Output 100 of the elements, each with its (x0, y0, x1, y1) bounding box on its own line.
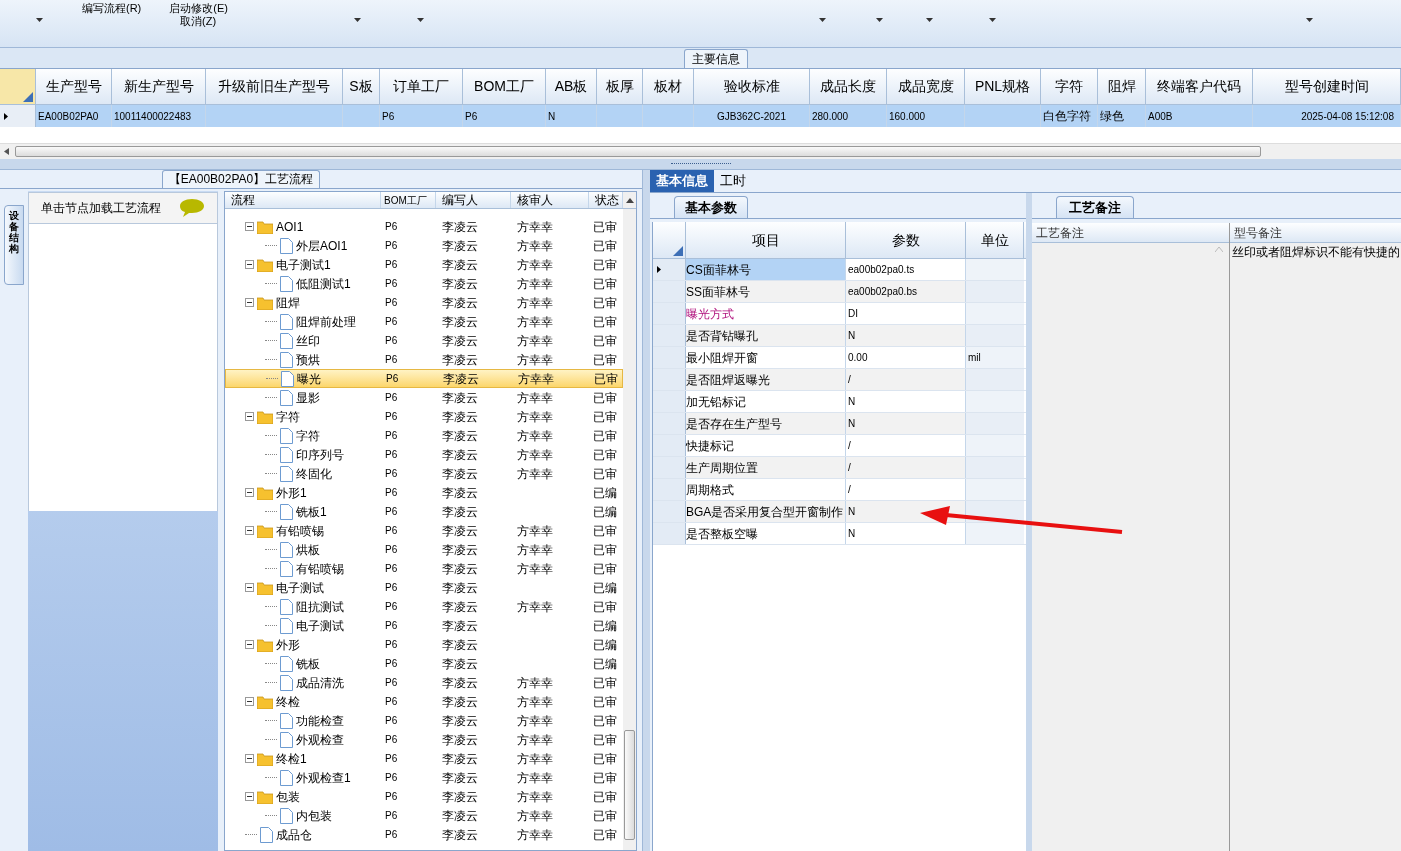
param-row[interactable]: 周期格式 / (653, 479, 1026, 501)
tree-row[interactable]: 功能检查 P6 李凌云 方幸幸 已审 (225, 711, 623, 730)
column-header[interactable]: BOM工厂 (463, 69, 546, 104)
scroll-up-icon[interactable] (625, 197, 634, 203)
param-value[interactable]: N (848, 394, 856, 409)
panel-tab[interactable]: 基本参数 (674, 196, 748, 218)
scrollbar-thumb[interactable] (624, 730, 635, 840)
dropdown-caret-icon[interactable] (1306, 18, 1313, 22)
tree-row[interactable]: 字符 P6 李凌云 方幸幸 已审 (225, 426, 623, 445)
param-row[interactable]: 是否整板空曝 N (653, 523, 1026, 545)
param-row[interactable]: 是否背钻曝孔 N (653, 325, 1026, 347)
dropdown-caret-icon[interactable] (36, 18, 43, 22)
column-header[interactable]: S板 (343, 69, 380, 104)
column-header[interactable]: 生产型号 (36, 69, 112, 104)
tree-row[interactable]: 丝印 P6 李凌云 方幸幸 已审 (225, 331, 623, 350)
tree-row[interactable]: 外形 P6 李凌云 已编 (225, 635, 623, 654)
collapse-icon[interactable] (245, 298, 254, 307)
tree-row[interactable]: 内包装 P6 李凌云 方幸幸 已审 (225, 806, 623, 825)
tree-row[interactable]: 有铅喷锡 P6 李凌云 方幸幸 已审 (225, 521, 623, 540)
column-header[interactable]: 单位 (966, 222, 1024, 258)
splitter-grip[interactable] (670, 162, 731, 166)
column-header[interactable]: 板材 (643, 69, 694, 104)
column-header[interactable]: 新生产型号 (112, 69, 206, 104)
tree-row[interactable]: 终检 P6 李凌云 方幸幸 已审 (225, 692, 623, 711)
dropdown-caret-icon[interactable] (926, 18, 933, 22)
column-header[interactable]: 核审人 (511, 192, 589, 208)
tree-row[interactable]: 阻焊前处理 P6 李凌云 方幸幸 已审 (225, 312, 623, 331)
tree-row[interactable]: 包装 P6 李凌云 方幸幸 已审 (225, 787, 623, 806)
param-value[interactable]: / (848, 460, 851, 475)
tree-row[interactable]: 电子测试 P6 李凌云 已编 (225, 616, 623, 635)
param-row[interactable]: 快捷标记 / (653, 435, 1026, 457)
tree-row[interactable]: 显影 P6 李凌云 方幸幸 已审 (225, 388, 623, 407)
tree-row[interactable]: 阻焊 P6 李凌云 方幸幸 已审 (225, 293, 623, 312)
param-value[interactable]: 0.00 (848, 350, 868, 365)
param-row[interactable]: 曝光方式 DI (653, 303, 1026, 325)
param-row[interactable]: CS面菲林号 ea00b02pa0.ts (653, 259, 1026, 281)
param-row[interactable]: BGA是否采用复合型开窗制作 N (653, 501, 1026, 523)
tree-row[interactable]: 外观检查 P6 李凌云 方幸幸 已审 (225, 730, 623, 749)
tree-row[interactable]: 低阻测试1 P6 李凌云 方幸幸 已审 (225, 274, 623, 293)
tab[interactable]: 工时 (714, 170, 752, 192)
side-tab[interactable]: 设备结构 (4, 205, 24, 285)
tree-row[interactable]: 铣板 P6 李凌云 已编 (225, 654, 623, 673)
tree-row[interactable]: 外观检查1 P6 李凌云 方幸幸 已审 (225, 768, 623, 787)
tab[interactable]: 基本信息 (650, 170, 714, 192)
tree-row[interactable]: 终固化 P6 李凌云 方幸幸 已审 (225, 464, 623, 483)
column-header[interactable]: 验收标准 (694, 69, 810, 104)
tree-row[interactable]: 有铅喷锡 P6 李凌云 方幸幸 已审 (225, 559, 623, 578)
collapse-icon[interactable] (245, 583, 254, 592)
param-row[interactable]: 是否存在生产型号 N (653, 413, 1026, 435)
collapse-icon[interactable] (245, 222, 254, 231)
dropdown-caret-icon[interactable] (989, 18, 996, 22)
tree-row[interactable]: 电子测试1 P6 李凌云 方幸幸 已审 (225, 255, 623, 274)
tree-row[interactable]: 印序列号 P6 李凌云 方幸幸 已审 (225, 445, 623, 464)
column-header[interactable]: 升级前旧生产型号 (206, 69, 343, 104)
collapse-icon[interactable] (245, 412, 254, 421)
column-header[interactable]: PNL规格 (965, 69, 1041, 104)
param-value[interactable]: / (848, 438, 851, 453)
tree-row[interactable]: 阻抗测试 P6 李凌云 方幸幸 已审 (225, 597, 623, 616)
dropdown-caret-icon[interactable] (819, 18, 826, 22)
column-header[interactable]: 阻焊 (1098, 69, 1146, 104)
dropdown-caret-icon[interactable] (417, 18, 424, 22)
collapse-icon[interactable] (245, 697, 254, 706)
param-value[interactable]: / (848, 482, 851, 497)
tree-row[interactable]: 终检1 P6 李凌云 方幸幸 已审 (225, 749, 623, 768)
scroll-left-icon[interactable] (4, 148, 9, 155)
param-row[interactable]: 加无铅标记 N (653, 391, 1026, 413)
column-header[interactable]: 项目 (686, 222, 846, 258)
panel-tab[interactable]: 工艺备注 (1056, 196, 1134, 218)
column-header[interactable]: AB板 (546, 69, 597, 104)
tree-row[interactable]: 成品清洗 P6 李凌云 方幸幸 已审 (225, 673, 623, 692)
column-header[interactable]: 型号创建时间 (1253, 69, 1401, 104)
collapse-icon[interactable] (245, 488, 254, 497)
horizontal-scrollbar[interactable] (0, 143, 1401, 159)
param-value[interactable]: / (848, 372, 851, 387)
column-header[interactable]: BOM工厂 (381, 192, 436, 208)
tree-row[interactable]: 字符 P6 李凌云 方幸幸 已审 (225, 407, 623, 426)
param-value[interactable]: N (848, 416, 856, 431)
column-header[interactable]: 终端客户代码 (1146, 69, 1253, 104)
toolbar-item[interactable]: 编写流程(R) (82, 0, 142, 17)
param-value[interactable]: ea00b02pa0.ts (848, 262, 915, 277)
column-header[interactable]: 成品宽度 (887, 69, 965, 104)
column-header[interactable]: 成品长度 (810, 69, 887, 104)
tree-row[interactable]: 曝光 P6 李凌云 方幸幸 已审 (225, 369, 623, 388)
column-header[interactable]: 订单工厂 (380, 69, 463, 104)
column-header[interactable]: 参数 (846, 222, 966, 258)
table-row[interactable]: EA00B02PA0 10011400022483 P6 P6 N GJB362C-2021 280.000 160.000 白色字符 绿色 A00B 2025-04-08 15:12:08 (0, 105, 1401, 127)
column-header[interactable]: 字符 (1041, 69, 1098, 104)
param-value[interactable]: N (848, 328, 856, 343)
column-header[interactable]: 板厚 (597, 69, 643, 104)
tree-row[interactable]: 预烘 P6 李凌云 方幸幸 已审 (225, 350, 623, 369)
param-row[interactable]: SS面菲林号 ea00b02pa0.bs (653, 281, 1026, 303)
column-header[interactable]: 流程 (225, 192, 381, 208)
collapse-icon[interactable] (245, 260, 254, 269)
param-value[interactable]: N (848, 504, 856, 519)
tree-row[interactable]: 铣板1 P6 李凌云 已编 (225, 502, 623, 521)
tree-row[interactable]: 成品仓 P6 李凌云 方幸幸 已审 (225, 825, 623, 844)
param-value[interactable]: N (848, 526, 856, 541)
collapse-icon[interactable] (245, 754, 254, 763)
column-header[interactable]: 编写人 (436, 192, 511, 208)
tree-row[interactable]: 外形1 P6 李凌云 已编 (225, 483, 623, 502)
